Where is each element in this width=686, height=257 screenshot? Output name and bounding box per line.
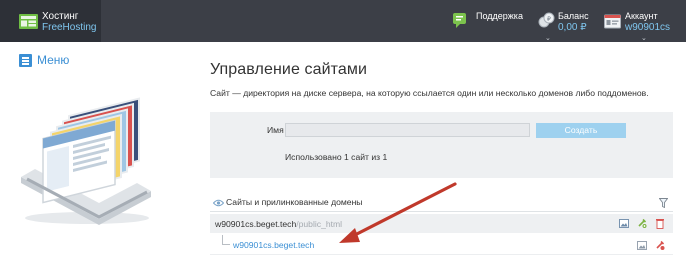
brand-logo-block[interactable]: Хостинг FreeHosting [0, 0, 101, 42]
site-path: w90901cs.beget.tech/public_html [215, 219, 342, 229]
account-label: Аккаунт [625, 11, 658, 21]
account-chevron-down-icon: ⌄ [641, 35, 647, 42]
image-icon[interactable] [637, 240, 647, 251]
hamburger-icon [19, 54, 32, 67]
sites-table-header: Сайты и прилинкованные домены [210, 196, 673, 212]
image-icon[interactable] [619, 218, 629, 229]
support-label: Поддержка [476, 11, 523, 21]
tree-connector [222, 235, 230, 245]
hosting-logo-icon [19, 14, 38, 29]
account-value: w90901cs [625, 22, 671, 33]
balance-value: 0,00 ₽ [558, 22, 587, 33]
delete-icon[interactable] [655, 218, 665, 229]
chat-icon [453, 13, 466, 28]
brand-subtitle: FreeHosting [42, 22, 97, 33]
create-site-button[interactable]: Создать [536, 123, 626, 138]
link-domain-icon[interactable] [637, 218, 647, 229]
page-title: Управление сайтами [210, 61, 368, 78]
eye-icon[interactable] [213, 199, 224, 207]
linked-domain-row[interactable]: w90901cs.beget.tech [210, 235, 673, 255]
brand-title: Хостинг [42, 11, 79, 22]
sites-header-label: Сайты и прилинкованные домены [226, 197, 363, 207]
filter-icon[interactable] [659, 198, 668, 208]
sites-illustration [21, 97, 151, 225]
support-button[interactable]: Поддержка [452, 0, 524, 42]
linked-domain-link[interactable]: w90901cs.beget.tech [233, 240, 314, 250]
account-card-icon [604, 14, 621, 29]
coins-icon: ₽ [538, 12, 555, 28]
balance-label: Баланс [558, 11, 589, 21]
svg-text:₽: ₽ [547, 16, 551, 23]
site-directory: /public_html [296, 219, 343, 229]
menu-label: Меню [37, 53, 70, 67]
page-description: Сайт — директория на диске сервера, на к… [210, 88, 649, 98]
usage-text: Использовано 1 сайт из 1 [285, 152, 388, 162]
balance-chevron-down-icon: ⌄ [545, 35, 551, 42]
unlink-icon[interactable] [655, 240, 665, 251]
top-bar: Хостинг FreeHosting Поддержка ₽ Баланс 0… [0, 0, 686, 42]
site-root-domain: w90901cs.beget.tech [215, 219, 297, 229]
site-name-input[interactable] [285, 123, 530, 137]
create-site-form: Имя сайта: Создать Использовано 1 сайт и… [210, 112, 673, 178]
site-row[interactable]: w90901cs.beget.tech/public_html [210, 214, 673, 233]
